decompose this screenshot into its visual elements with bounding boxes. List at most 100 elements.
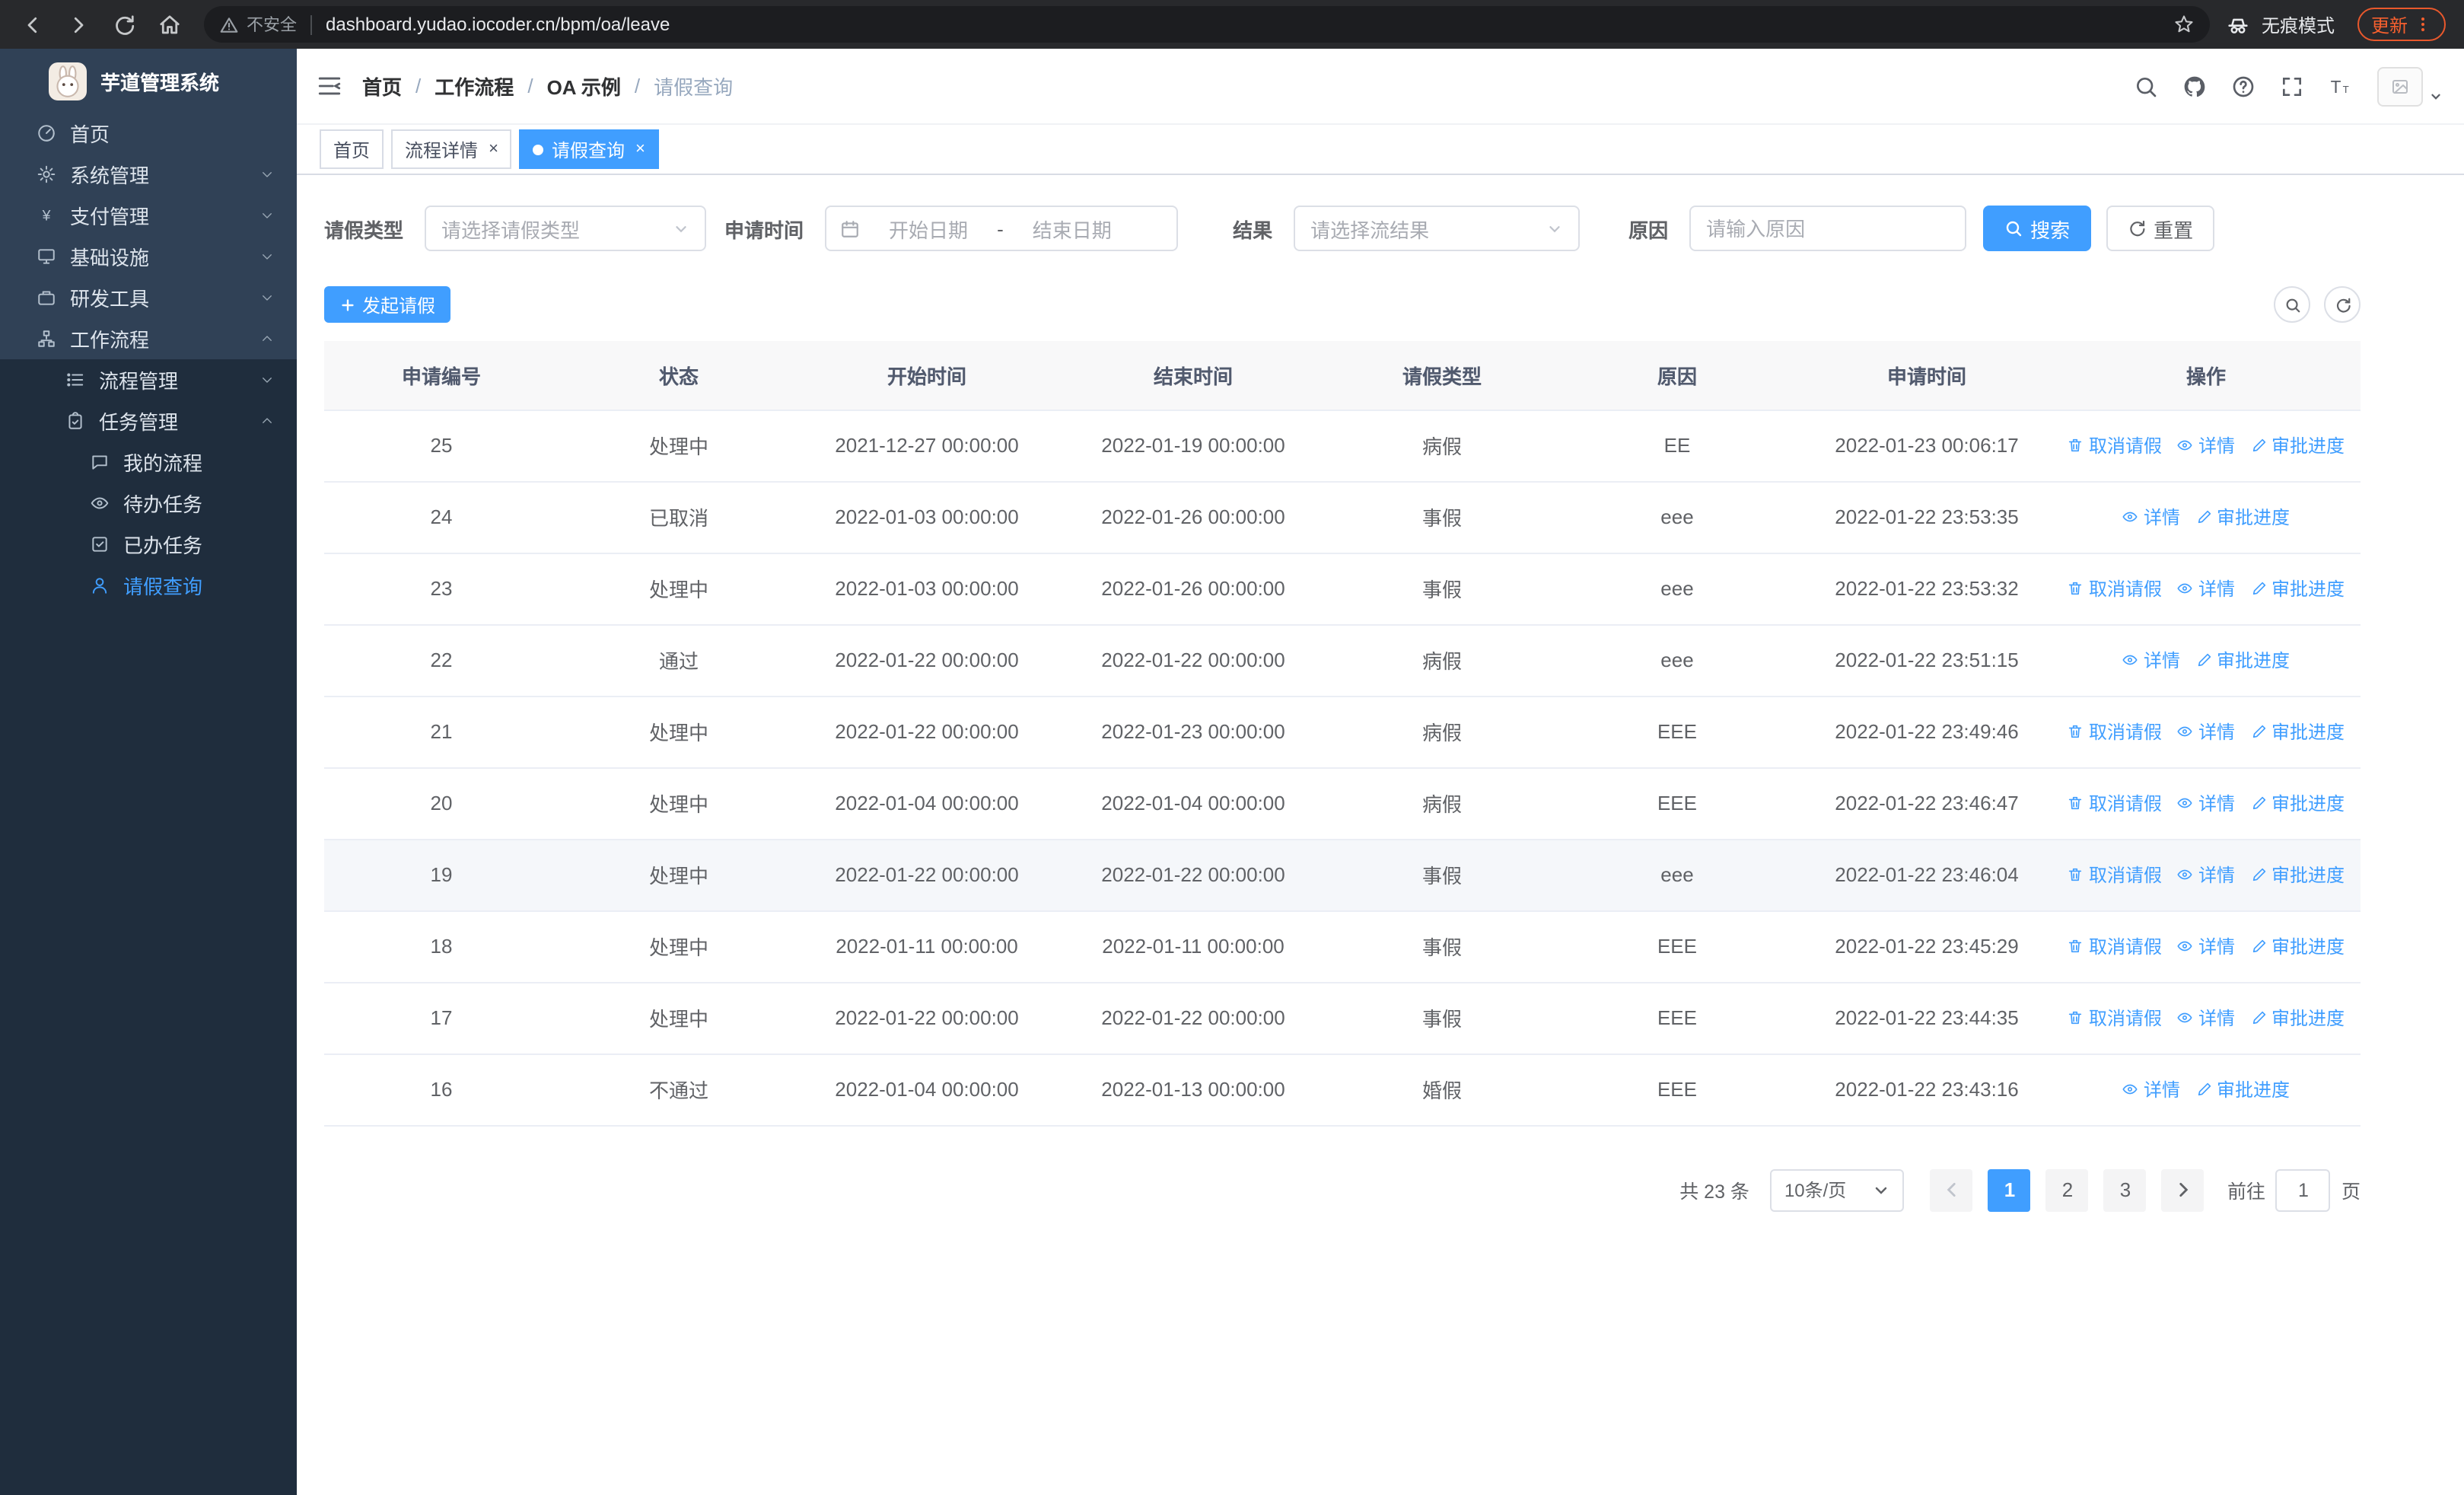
- sidebar-item-待办任务[interactable]: 待办任务: [0, 483, 297, 524]
- browser-update-button[interactable]: 更新: [2357, 8, 2446, 41]
- logo-avatar: [49, 62, 87, 100]
- prev-page-button[interactable]: [1930, 1168, 1973, 1211]
- sidebar-item-已办任务[interactable]: 已办任务: [0, 524, 297, 565]
- result-select[interactable]: 请选择流结果: [1294, 206, 1581, 251]
- page-button-1[interactable]: 1: [1988, 1168, 2031, 1211]
- cell-end-time: 2022-01-22 00:00:00: [1055, 624, 1332, 696]
- cancel-leave-action[interactable]: 取消请假: [2068, 719, 2162, 744]
- approval-progress-action[interactable]: 审批进度: [2250, 933, 2345, 959]
- tab-流程详情[interactable]: 流程详情 ×: [391, 129, 512, 169]
- sidebar-item-基础设施[interactable]: 基础设施: [0, 236, 297, 277]
- toggle-search-button[interactable]: [2274, 286, 2310, 323]
- page-button-2[interactable]: 2: [2045, 1168, 2089, 1211]
- help-icon[interactable]: [2231, 74, 2255, 98]
- font-size-icon[interactable]: TT: [2329, 74, 2353, 98]
- apply-time-range-picker[interactable]: 开始日期 - 结束日期: [825, 206, 1179, 251]
- approval-progress-action[interactable]: 审批进度: [2250, 432, 2345, 458]
- approval-progress-action[interactable]: 审批进度: [2250, 790, 2345, 816]
- table-row: 21 处理中 2022-01-22 00:00:00 2022-01-23 00:00…: [324, 696, 2361, 768]
- breadcrumb-workflow[interactable]: 工作流程: [435, 72, 514, 100]
- edit-icon: [2250, 723, 2267, 740]
- tab-请假查询[interactable]: 请假查询 ×: [519, 129, 659, 169]
- goto-page-input[interactable]: [2275, 1168, 2331, 1211]
- browser-home-icon[interactable]: [149, 5, 189, 44]
- cancel-leave-action[interactable]: 取消请假: [2068, 432, 2162, 458]
- page-content: 请假类型 请选择请假类型 申请时间 开始日期 - 结束日期 结果 请选择流结果 …: [297, 175, 2464, 1495]
- next-page-button[interactable]: [2161, 1168, 2205, 1211]
- browser-back-icon[interactable]: [12, 5, 52, 44]
- sidebar-item-研发工具[interactable]: 研发工具: [0, 277, 297, 318]
- user-avatar[interactable]: [2377, 66, 2443, 106]
- detail-action[interactable]: 详情: [2177, 432, 2235, 458]
- sidebar-item-工作流程[interactable]: 工作流程: [0, 318, 297, 359]
- breadcrumb-oa-example[interactable]: OA 示例: [547, 72, 621, 100]
- cell-start-time: 2022-01-22 00:00:00: [799, 696, 1055, 768]
- table-row: 24 已取消 2022-01-03 00:00:00 2022-01-26 00:00…: [324, 481, 2361, 553]
- detail-action[interactable]: 详情: [2177, 933, 2235, 959]
- detail-action[interactable]: 详情: [2177, 719, 2235, 744]
- sidebar-collapse-icon[interactable]: [297, 73, 362, 99]
- browser-menu-kebab-icon[interactable]: [2414, 15, 2432, 33]
- gear-icon: [37, 164, 56, 184]
- menu-item-label: 请假查询: [123, 575, 203, 598]
- sidebar-item-首页[interactable]: 首页: [0, 113, 297, 154]
- column-header-开始时间: 开始时间: [799, 341, 1055, 410]
- chevron-down-icon: [260, 291, 274, 304]
- cancel-leave-action[interactable]: 取消请假: [2068, 790, 2162, 816]
- cell-actions: 取消请假 详情 审批进度: [2052, 767, 2361, 840]
- delete-icon: [2068, 866, 2084, 883]
- infrastructure-icon: [37, 247, 56, 266]
- sidebar-item-流程管理[interactable]: 流程管理: [0, 359, 297, 400]
- cell-end-time: 2022-01-22 00:00:00: [1055, 982, 1332, 1054]
- detail-action[interactable]: 详情: [2177, 1005, 2235, 1031]
- detail-action[interactable]: 详情: [2122, 647, 2180, 673]
- breadcrumb-home[interactable]: 首页: [362, 72, 402, 100]
- approval-progress-action[interactable]: 审批进度: [2195, 647, 2290, 673]
- detail-action[interactable]: 详情: [2122, 504, 2180, 530]
- tab-首页[interactable]: 首页: [320, 129, 384, 169]
- detail-action[interactable]: 详情: [2177, 575, 2235, 601]
- cancel-leave-action[interactable]: 取消请假: [2068, 933, 2162, 959]
- search-icon[interactable]: [2134, 74, 2158, 98]
- approval-progress-action[interactable]: 审批进度: [2195, 1076, 2290, 1102]
- reset-button[interactable]: 重置: [2106, 206, 2215, 251]
- tab-close-icon[interactable]: ×: [635, 140, 645, 158]
- search-button[interactable]: 搜索: [1983, 206, 2092, 251]
- cell-start-time: 2022-01-22 00:00:00: [799, 982, 1055, 1054]
- page-button-3[interactable]: 3: [2103, 1168, 2147, 1211]
- tab-close-icon[interactable]: ×: [489, 140, 498, 158]
- browser-forward-icon[interactable]: [58, 5, 97, 44]
- approval-progress-action[interactable]: 审批进度: [2250, 862, 2345, 888]
- page-size-select[interactable]: 10条/页: [1770, 1168, 1905, 1211]
- sidebar-item-支付管理[interactable]: ¥ 支付管理: [0, 195, 297, 236]
- sidebar-item-任务管理[interactable]: 任务管理: [0, 400, 297, 441]
- view-icon: [2122, 652, 2139, 668]
- github-icon[interactable]: [2182, 74, 2207, 98]
- cancel-leave-action[interactable]: 取消请假: [2068, 1005, 2162, 1031]
- browser-reload-icon[interactable]: [103, 5, 143, 44]
- cell-reason: EEE: [1552, 910, 1802, 983]
- sidebar-item-系统管理[interactable]: 系统管理: [0, 154, 297, 195]
- sidebar-item-我的流程[interactable]: 我的流程: [0, 441, 297, 483]
- refresh-table-button[interactable]: [2324, 286, 2361, 323]
- detail-action[interactable]: 详情: [2122, 1076, 2180, 1102]
- reason-input[interactable]: [1689, 206, 1967, 251]
- create-leave-button[interactable]: 发起请假: [324, 286, 451, 323]
- bookmark-star-icon[interactable]: [2173, 14, 2195, 35]
- cancel-leave-action[interactable]: 取消请假: [2068, 862, 2162, 888]
- approval-progress-action[interactable]: 审批进度: [2250, 1005, 2345, 1031]
- approval-progress-action[interactable]: 审批进度: [2195, 504, 2290, 530]
- leave-type-select[interactable]: 请选择请假类型: [425, 206, 707, 251]
- cell-status: 通过: [559, 624, 799, 696]
- action-label: 详情: [2143, 1079, 2180, 1101]
- cancel-leave-action[interactable]: 取消请假: [2068, 575, 2162, 601]
- approval-progress-action[interactable]: 审批进度: [2250, 575, 2345, 601]
- fullscreen-icon[interactable]: [2280, 74, 2304, 98]
- approval-progress-action[interactable]: 审批进度: [2250, 719, 2345, 744]
- sidebar-item-请假查询[interactable]: 请假查询: [0, 565, 297, 606]
- edit-icon: [2250, 580, 2267, 597]
- detail-action[interactable]: 详情: [2177, 862, 2235, 888]
- detail-action[interactable]: 详情: [2177, 790, 2235, 816]
- browser-address-bar[interactable]: 不安全 dashboard.yudao.iocoder.cn/bpm/oa/le…: [204, 6, 2210, 43]
- dashboard-icon: [37, 123, 56, 143]
